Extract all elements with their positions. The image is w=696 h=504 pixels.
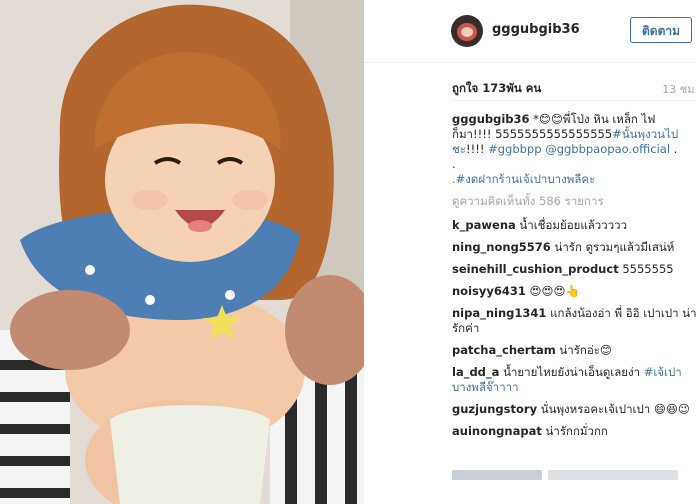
caption: gggubgib36 *😊😊พี่โป่ง หิน เหล็ก ไฟ ก็มา!… bbox=[452, 112, 696, 187]
comment-text: น้ำเชื่อมย้อยแล้ววววว bbox=[515, 218, 628, 232]
post-sidebar: gggubgib36 ติดตาม ถูกใจ 173พัน คน 13 ชม.… bbox=[364, 0, 696, 504]
caption-mention[interactable]: @ggbbpaopao.official bbox=[545, 142, 670, 156]
comment-text: น้ำยายไหยยังน่าเอ็นดูเลยง่า bbox=[499, 365, 644, 379]
blurred-block bbox=[452, 470, 542, 480]
blurred-block bbox=[548, 470, 678, 480]
comment-username[interactable]: la_dd_a bbox=[452, 365, 499, 379]
likes-count[interactable]: ถูกใจ 173พัน คน bbox=[452, 80, 541, 98]
username-link[interactable]: gggubgib36 bbox=[492, 22, 580, 37]
comment-username[interactable]: nipa_ning1341 bbox=[452, 306, 546, 320]
caption-hashtag-3[interactable]: .#งดฝากร้านเจ้เปาบางพลีคะ bbox=[452, 172, 595, 186]
baby-photo-illustration bbox=[0, 0, 364, 504]
comment-username[interactable]: ning_nong5576 bbox=[452, 240, 551, 254]
comment-item: k_pawena น้ำเชื่อมย้อยแล้ววววว bbox=[452, 218, 696, 233]
comment-text: นั่นพุงหรอคะเจ้เปาเปา 😄😆😉 bbox=[537, 402, 690, 416]
comment-username[interactable]: guzjungstory bbox=[452, 402, 537, 416]
avatar[interactable] bbox=[451, 15, 483, 47]
comment-text: 😍😍😍👆 bbox=[525, 284, 580, 298]
comment-item: nipa_ning1341 แกล้งน้องอ่า พี่ อิอิ เปาเ… bbox=[452, 306, 696, 336]
comment-item: noisyy6431 😍😍😍👆 bbox=[452, 284, 696, 299]
comment-username[interactable]: patcha_chertam bbox=[452, 343, 556, 357]
comment-item: patcha_chertam น่ารักอ่ะ😊 bbox=[452, 343, 696, 358]
comment-text: น่ารักกมั่วกก bbox=[541, 424, 608, 438]
comment-text: น่ารักอ่ะ😊 bbox=[555, 343, 612, 357]
comment-item: seinehill_cushion_product 5555555 bbox=[452, 262, 696, 277]
comments-list: gggubgib36 *😊😊พี่โป่ง หิน เหล็ก ไฟ ก็มา!… bbox=[452, 112, 696, 446]
view-all-comments[interactable]: ดูความคิดเห็นทั้ง 586 รายการ bbox=[452, 194, 696, 209]
blurred-footer bbox=[452, 468, 692, 482]
caption-dot: . bbox=[452, 157, 456, 171]
comment-username[interactable]: k_pawena bbox=[452, 218, 516, 232]
caption-text-3: . bbox=[670, 142, 678, 156]
comment-text: 5555555 bbox=[618, 262, 674, 276]
comment-item: la_dd_a น้ำยายไหยยังน่าเอ็นดูเลยง่า #เจ้… bbox=[452, 365, 696, 395]
divider bbox=[452, 100, 696, 101]
caption-hashtag-2[interactable]: #ggbbpp bbox=[488, 142, 541, 156]
comment-item: auinongnapat น่ารักกมั่วกก bbox=[452, 424, 696, 439]
comment-text: น่ารัก ดูรวมๆแล้วมีเสน่ห์ bbox=[550, 240, 675, 254]
comment-username[interactable]: noisyy6431 bbox=[452, 284, 526, 298]
follow-button[interactable]: ติดตาม bbox=[630, 17, 692, 43]
caption-username[interactable]: gggubgib36 bbox=[452, 112, 530, 126]
post-time[interactable]: 13 ชม. bbox=[662, 80, 696, 98]
post-header: gggubgib36 ติดตาม bbox=[364, 0, 696, 63]
post-photo[interactable] bbox=[0, 0, 364, 504]
comment-username[interactable]: auinongnapat bbox=[452, 424, 542, 438]
caption-text-2: !!!! bbox=[465, 142, 489, 156]
comment-username[interactable]: seinehill_cushion_product bbox=[452, 262, 619, 276]
comment-item: guzjungstory นั่นพุงหรอคะเจ้เปาเปา 😄😆😉 bbox=[452, 402, 696, 417]
comment-item: ning_nong5576 น่ารัก ดูรวมๆแล้วมีเสน่ห์ bbox=[452, 240, 696, 255]
